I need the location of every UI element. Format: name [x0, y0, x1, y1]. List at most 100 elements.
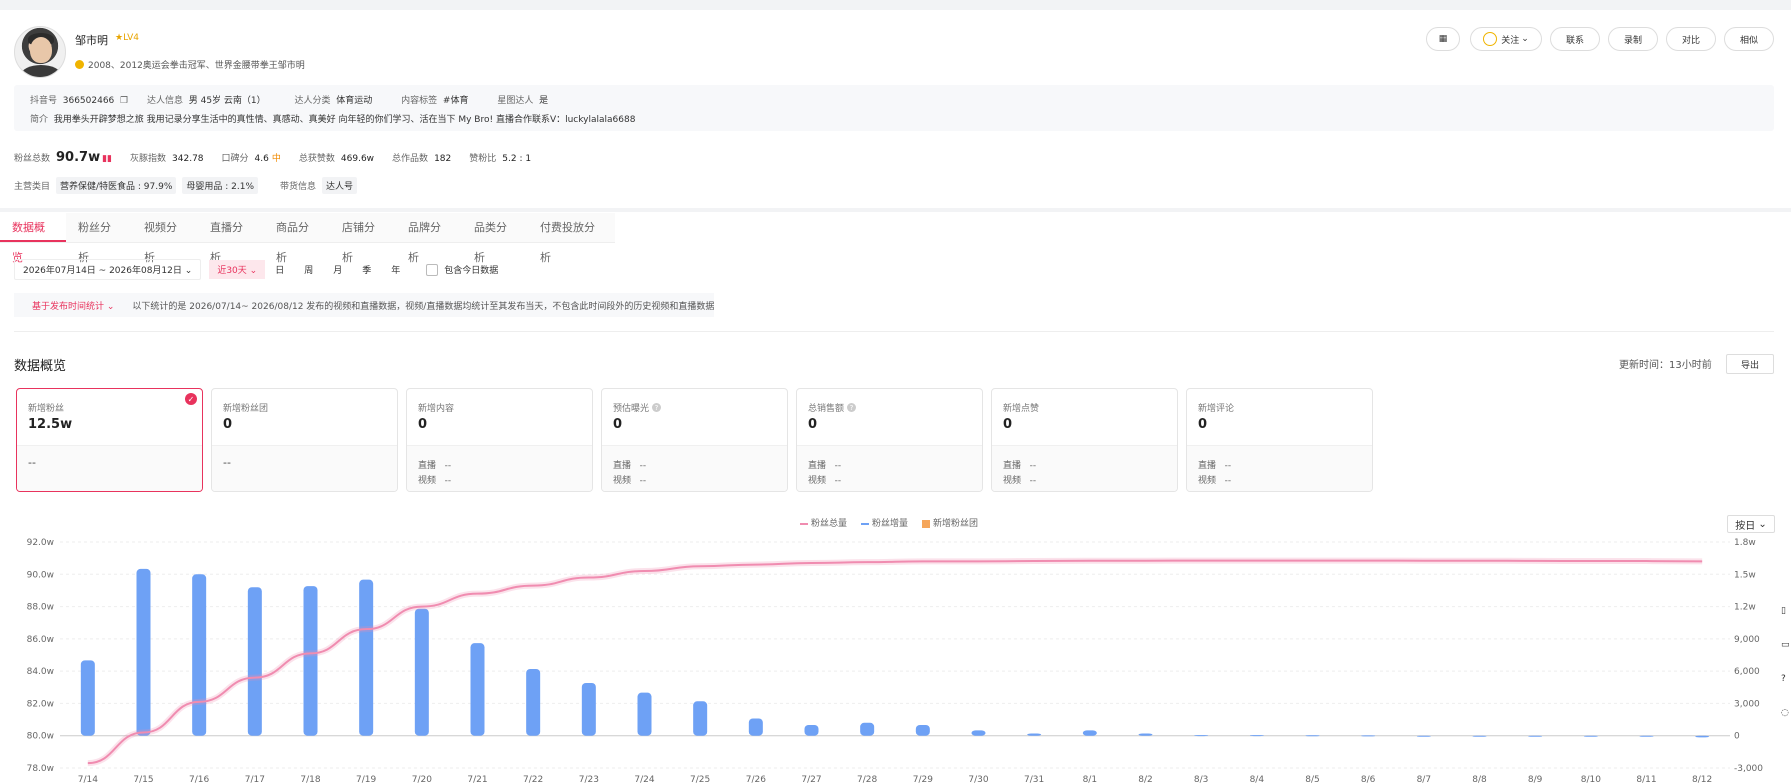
stat-basis-select[interactable]: 基于发布时间统计 ⌄	[14, 299, 132, 312]
message-icon[interactable]: ▭	[1781, 640, 1791, 656]
x-tick-label: 8/2	[1138, 775, 1152, 784]
period-month[interactable]: 月	[323, 260, 352, 279]
kpi-value: 0	[1198, 417, 1208, 432]
bar	[1194, 735, 1209, 737]
bar	[1695, 735, 1710, 738]
bar	[804, 724, 819, 736]
kpi-card[interactable]: 预估曝光? 0 直播 -- 视频 --	[601, 388, 788, 492]
kpi-card[interactable]: 新增点赞 0 直播 -- 视频 --	[991, 388, 1178, 492]
kpi-label: 新增评论	[1198, 404, 1235, 414]
x-tick-label: 7/23	[579, 775, 599, 784]
y-tick-label-left: 86.0w	[27, 635, 54, 645]
kpi-label: 新增粉丝团	[223, 404, 269, 414]
bar	[1082, 730, 1097, 736]
bar	[1361, 735, 1376, 737]
tab-live[interactable]: 直播分析	[198, 213, 264, 264]
help-icon[interactable]: ?	[652, 403, 662, 412]
influencer-name: 邹市明	[75, 34, 108, 47]
x-tick-label: 8/5	[1305, 775, 1319, 784]
bar	[303, 586, 318, 736]
info-row-1: 抖音号 366502466 ❐ 达人信息 男 45岁 云南（1） 达人分类 体育…	[30, 96, 549, 106]
tab-video[interactable]: 视频分析	[132, 213, 198, 264]
legend-item[interactable]: 粉丝增量	[861, 516, 908, 529]
legend-item[interactable]: 新增粉丝团	[922, 516, 978, 529]
bar	[1305, 735, 1320, 737]
intro-row: 简介 我用拳头开辟梦想之旅 我用记录分享生活中的真性情、真感动、真美好 向年轻的…	[30, 115, 636, 125]
avatar[interactable]	[14, 26, 66, 78]
similar-button[interactable]: 相似	[1724, 27, 1774, 51]
y-tick-label-left: 84.0w	[27, 667, 54, 677]
period-week[interactable]: 周	[294, 260, 323, 279]
update-time: 更新时间：13小时前	[1619, 360, 1712, 371]
x-tick-label: 8/9	[1528, 775, 1543, 784]
tab-brand[interactable]: 品牌分析	[396, 213, 462, 264]
verified-icon	[75, 60, 84, 69]
total-works: 182	[434, 154, 452, 164]
follow-button[interactable]: 关注 ⌄	[1470, 27, 1542, 51]
x-tick-label: 8/1	[1083, 775, 1097, 784]
qr-code-button[interactable]: ▦	[1426, 27, 1460, 51]
category-tag: 母婴用品 : 2.1%	[182, 177, 259, 194]
tab-fans[interactable]: 粉丝分析	[66, 213, 132, 264]
contact-button[interactable]: 联系	[1550, 27, 1600, 51]
bar-chart-icon[interactable]: ▮▮	[102, 154, 112, 164]
x-tick-label: 7/16	[189, 775, 209, 784]
phone-icon[interactable]: ▯	[1781, 606, 1791, 622]
y-tick-label-right: 0	[1734, 732, 1740, 742]
tab-category[interactable]: 品类分析	[462, 213, 528, 264]
kpi-card[interactable]: 新增内容 0 直播 -- 视频 --	[406, 388, 593, 492]
kpi-card[interactable]: 新增粉丝团 0 --	[211, 388, 398, 492]
date-range-picker[interactable]: 2026年07月14日 ~ 2026年08月12日 ⌄	[14, 259, 202, 280]
qr-icon: ▦	[1438, 34, 1448, 44]
kpi-breakdown-value: --	[223, 456, 231, 469]
chevron-down-icon: ⌄	[249, 266, 258, 276]
bar	[80, 660, 95, 736]
bar	[1027, 733, 1042, 736]
y-tick-label-left: 80.0w	[27, 732, 54, 742]
period-quarter[interactable]: 季	[352, 260, 381, 279]
tab-paid-ads[interactable]: 付费投放分析	[528, 213, 615, 264]
series-line-glow	[87, 557, 1703, 767]
help-icon[interactable]: ?	[847, 403, 857, 412]
record-button[interactable]: 录制	[1608, 27, 1658, 51]
kpi-value: 0	[613, 417, 623, 432]
kpi-live-row: 直播 --	[1003, 461, 1037, 471]
kpi-breakdown: 直播 -- 视频 --	[407, 445, 592, 491]
period-year[interactable]: 年	[381, 260, 410, 279]
y-tick-label-left: 92.0w	[27, 538, 54, 548]
compare-button[interactable]: 对比	[1666, 27, 1716, 51]
intro-text: 我用拳头开辟梦想之旅 我用记录分享生活中的真性情、真感动、真美好 向年轻的你们学…	[53, 115, 636, 125]
honor-text: 2008、2012奥运会拳击冠军、世界金腰带拳王邹市明	[88, 61, 305, 71]
kpi-card[interactable]: 新增粉丝 12.5w ✓ --	[16, 388, 203, 492]
recent-days-select[interactable]: 近30天 ⌄	[209, 260, 266, 279]
kpi-breakdown: 直播 -- 视频 --	[992, 445, 1177, 491]
kpi-value: 12.5w	[28, 417, 73, 432]
divider	[14, 331, 1774, 332]
legend-item[interactable]: 粉丝总量	[800, 516, 847, 529]
x-tick-label: 8/3	[1194, 775, 1208, 784]
kpi-card[interactable]: 新增评论 0 直播 -- 视频 --	[1186, 388, 1373, 492]
tab-goods[interactable]: 商品分析	[264, 213, 330, 264]
tab-shop[interactable]: 店铺分析	[330, 213, 396, 264]
export-button[interactable]: 导出	[1726, 354, 1774, 374]
kpi-label: 新增内容	[418, 404, 455, 414]
chat-icon[interactable]: ◌	[1781, 708, 1791, 724]
bar	[693, 701, 708, 736]
bar	[470, 643, 485, 736]
x-tick-label: 7/28	[857, 775, 877, 784]
fans-chart: 78.0w -3,000 80.0w 0 82.0w 3,000 84.0w 6,000 86.…	[27, 538, 1764, 784]
kpi-value: 0	[223, 417, 233, 432]
help-icon[interactable]: ?	[1781, 674, 1791, 690]
tab-overview[interactable]: 数据概览	[0, 213, 66, 264]
kpi-video-row: 视频 --	[808, 476, 842, 486]
copy-icon[interactable]: ❐	[117, 96, 128, 106]
y-tick-label-right: 1.8w	[1734, 538, 1756, 548]
y-tick-label-right: -3,000	[1734, 764, 1763, 774]
chevron-down-icon: ⌄	[184, 266, 193, 276]
x-tick-label: 7/15	[133, 775, 153, 784]
kpi-card[interactable]: 总销售额? 0 直播 -- 视频 --	[796, 388, 983, 492]
kpi-value: 0	[418, 417, 428, 432]
include-today-checkbox[interactable]	[426, 263, 439, 276]
y-tick-label-left: 90.0w	[27, 570, 54, 580]
period-day[interactable]: 日	[265, 260, 294, 279]
